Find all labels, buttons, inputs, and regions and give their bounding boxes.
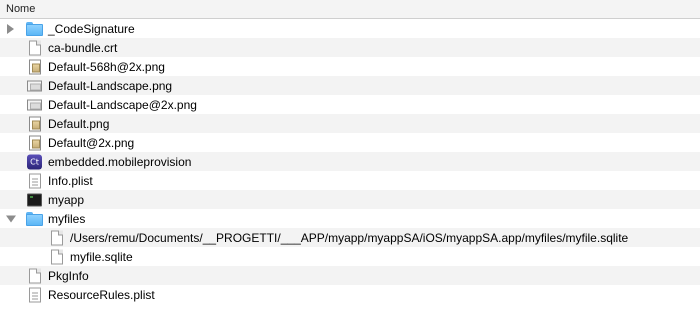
list-item[interactable]: Info.plist bbox=[0, 171, 700, 190]
list-item[interactable]: _CodeSignature bbox=[0, 19, 700, 38]
file-name: ca-bundle.crt bbox=[48, 40, 118, 55]
document-icon bbox=[29, 268, 41, 283]
list-item[interactable]: Default-568h@2x.png bbox=[0, 57, 700, 76]
file-name: Default-568h@2x.png bbox=[48, 59, 165, 74]
list-item[interactable]: ResourceRules.plist bbox=[0, 285, 700, 304]
file-name: myfile.sqlite bbox=[70, 249, 133, 264]
executable-icon bbox=[27, 193, 42, 206]
file-list: _CodeSignature ca-bundle.crt Default-568… bbox=[0, 19, 700, 304]
plist-icon bbox=[29, 173, 41, 188]
image-landscape-icon bbox=[27, 99, 42, 110]
column-header-name[interactable]: Nome bbox=[0, 0, 700, 19]
list-item[interactable]: Default.png bbox=[0, 114, 700, 133]
disclosure-triangle-open-icon[interactable] bbox=[6, 215, 16, 222]
image-icon bbox=[29, 59, 41, 74]
list-item[interactable]: Default@2x.png bbox=[0, 133, 700, 152]
list-item[interactable]: myfile.sqlite bbox=[0, 247, 700, 266]
file-name: myfiles bbox=[48, 211, 86, 226]
image-icon bbox=[29, 116, 41, 131]
file-name: Default@2x.png bbox=[48, 135, 135, 150]
document-icon bbox=[29, 40, 41, 55]
disclosure-triangle-closed-icon[interactable] bbox=[7, 23, 14, 34]
plist-icon bbox=[29, 287, 41, 302]
file-name: PkgInfo bbox=[48, 268, 89, 283]
file-name: ResourceRules.plist bbox=[48, 287, 155, 302]
provisioning-profile-icon: Ct bbox=[27, 154, 42, 169]
file-name: /Users/remu/Documents/__PROGETTI/___APP/… bbox=[70, 230, 629, 245]
list-item[interactable]: myfiles bbox=[0, 209, 700, 228]
image-icon bbox=[29, 135, 41, 150]
list-item[interactable]: Default-Landscape@2x.png bbox=[0, 95, 700, 114]
file-name: _CodeSignature bbox=[48, 21, 135, 36]
document-icon bbox=[51, 249, 63, 264]
list-item[interactable]: Ct embedded.mobileprovision bbox=[0, 152, 700, 171]
file-name: Default-Landscape.png bbox=[48, 78, 173, 93]
file-name: embedded.mobileprovision bbox=[48, 154, 192, 169]
alias-document-icon bbox=[51, 230, 63, 245]
column-header-label: Nome bbox=[6, 3, 36, 15]
list-item[interactable]: PkgInfo bbox=[0, 266, 700, 285]
image-landscape-icon bbox=[27, 80, 42, 91]
folder-icon bbox=[26, 211, 43, 226]
list-item[interactable]: ca-bundle.crt bbox=[0, 38, 700, 57]
folder-icon bbox=[26, 21, 43, 36]
list-item[interactable]: myapp bbox=[0, 190, 700, 209]
list-item[interactable]: Default-Landscape.png bbox=[0, 76, 700, 95]
file-name: Info.plist bbox=[48, 173, 93, 188]
file-name: Default-Landscape@2x.png bbox=[48, 97, 197, 112]
list-item[interactable]: /Users/remu/Documents/__PROGETTI/___APP/… bbox=[0, 228, 700, 247]
file-name: myapp bbox=[48, 192, 85, 207]
file-name: Default.png bbox=[48, 116, 110, 131]
